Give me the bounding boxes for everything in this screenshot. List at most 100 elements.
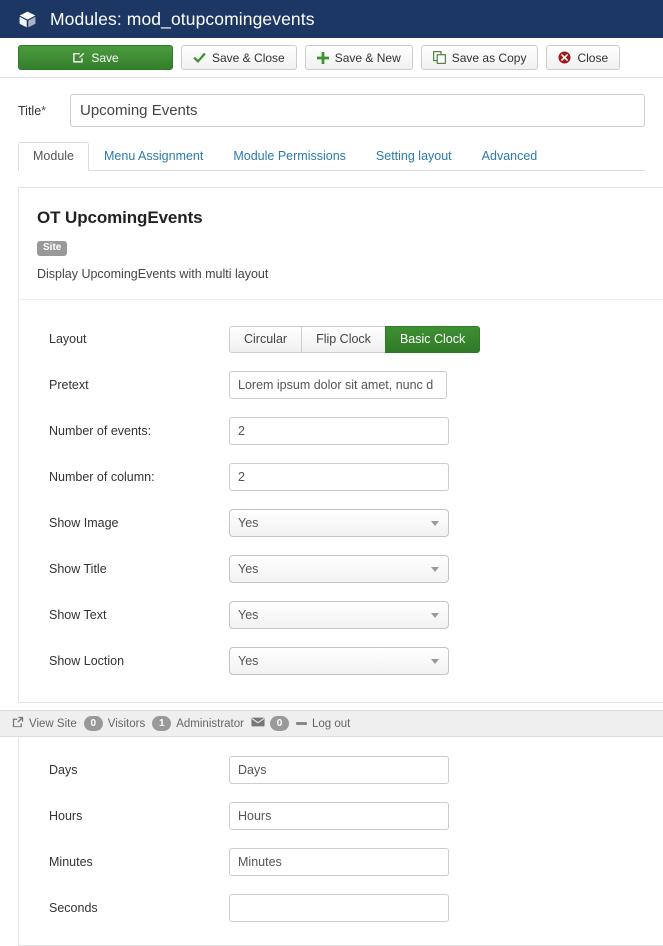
logout-label: Log out (311, 717, 351, 730)
external-link-icon (12, 716, 24, 731)
minutes-label: Minutes (49, 855, 93, 869)
module-settings-panel: OT UpcomingEvents Site Display UpcomingE… (18, 187, 663, 703)
visitors-count-badge: 0 (83, 716, 103, 731)
title-label: Title* (18, 104, 70, 118)
edit-square-icon (72, 51, 85, 64)
title-input[interactable] (70, 94, 645, 127)
form-row-show-title: Show Title Yes (19, 546, 663, 592)
form-row-layout: Layout Circular Flip Clock Basic Clock (19, 316, 663, 362)
logout-link[interactable]: Log out (295, 717, 351, 730)
tab-bar: Module Menu Assignment Module Permission… (18, 142, 645, 171)
tab-menu-assignment[interactable]: Menu Assignment (89, 142, 218, 171)
show-image-value: Yes (238, 516, 259, 530)
required-marker: * (41, 103, 47, 118)
layout-option-basic-clock[interactable]: Basic Clock (384, 325, 481, 353)
number-of-column-label: Number of column: (49, 470, 155, 484)
module-form: Layout Circular Flip Clock Basic Clock P… (19, 300, 663, 702)
status-badge: Site (37, 241, 68, 256)
days-label: Days (49, 763, 78, 777)
show-title-select[interactable]: Yes (229, 555, 449, 583)
show-image-select[interactable]: Yes (229, 509, 449, 537)
layout-option-circular[interactable]: Circular (229, 325, 303, 353)
form-row-minutes: Minutes (19, 839, 663, 885)
show-loction-select[interactable]: Yes (229, 647, 449, 675)
pretext-label: Pretext (49, 378, 89, 392)
administrator-status: 1 Administrator (152, 716, 244, 731)
tab-advanced[interactable]: Advanced (467, 142, 553, 171)
form-row-pretext: Pretext (19, 362, 663, 408)
days-input[interactable] (229, 756, 449, 784)
page-title: Modules: mod_otupcomingevents (50, 8, 315, 29)
chevron-down-icon (431, 659, 439, 664)
view-site-link[interactable]: View Site (12, 716, 77, 731)
envelope-icon (251, 717, 265, 730)
module-info: OT UpcomingEvents Site Display UpcomingE… (19, 208, 663, 281)
title-row: Title* (0, 78, 663, 127)
show-text-select[interactable]: Yes (229, 601, 449, 629)
form-row-number-of-events: Number of events: (19, 408, 663, 454)
module-settings-panel-continued: Days Hours Minutes Seconds (18, 737, 663, 946)
number-of-column-input[interactable] (229, 463, 449, 491)
show-text-value: Yes (238, 608, 259, 622)
number-of-events-label: Number of events: (49, 424, 152, 438)
show-image-label: Show Image (49, 516, 119, 530)
save-and-new-button[interactable]: Save & New (304, 45, 413, 70)
save-as-copy-label: Save as Copy (451, 50, 527, 65)
close-button[interactable]: Close (546, 45, 621, 70)
chevron-down-icon (431, 567, 439, 572)
form-row-days: Days (19, 747, 663, 793)
toolbar: Save Save & Close Save & New Save as Cop… (0, 38, 663, 78)
save-as-copy-button[interactable]: Save as Copy (420, 45, 539, 70)
save-and-new-label: Save & New (334, 50, 401, 65)
chevron-down-icon (431, 521, 439, 526)
hours-input[interactable] (229, 802, 449, 830)
form-row-number-of-column: Number of column: (19, 454, 663, 500)
minus-icon (295, 722, 307, 725)
visitors-status: 0 Visitors (83, 716, 146, 731)
close-button-label: Close (577, 50, 609, 65)
seconds-input[interactable] (229, 894, 449, 922)
status-bar: View Site 0 Visitors 1 Administrator 0 L… (0, 710, 663, 737)
layout-label: Layout (49, 332, 87, 346)
show-loction-value: Yes (238, 654, 259, 668)
administrator-label: Administrator (176, 717, 244, 730)
visitors-label: Visitors (107, 717, 146, 730)
form-row-show-image: Show Image Yes (19, 500, 663, 546)
save-and-close-button[interactable]: Save & Close (181, 45, 297, 70)
hours-label: Hours (49, 809, 83, 823)
tab-module[interactable]: Module (18, 142, 89, 171)
plus-icon (316, 51, 329, 64)
form-row-hours: Hours (19, 793, 663, 839)
messages-count-badge: 0 (269, 716, 289, 731)
show-loction-label: Show Loction (49, 654, 125, 668)
chevron-down-icon (431, 613, 439, 618)
cube-icon (19, 11, 36, 27)
copy-icon (432, 51, 446, 64)
save-button[interactable]: Save (18, 45, 173, 70)
form-row-show-loction: Show Loction Yes (19, 638, 663, 684)
form-row-show-text: Show Text Yes (19, 592, 663, 638)
number-of-events-input[interactable] (229, 417, 449, 445)
seconds-label: Seconds (49, 901, 98, 915)
module-description: Display UpcomingEvents with multi layout (37, 267, 269, 281)
tab-module-permissions[interactable]: Module Permissions (218, 142, 361, 171)
module-name: OT UpcomingEvents (37, 208, 203, 227)
administrator-count-badge: 1 (152, 716, 172, 731)
view-site-label: View Site (29, 717, 77, 730)
pretext-input[interactable] (229, 371, 447, 399)
show-text-label: Show Text (49, 608, 107, 622)
layout-option-flip-clock[interactable]: Flip Clock (301, 325, 386, 353)
messages-status[interactable]: 0 (251, 716, 289, 731)
minutes-input[interactable] (229, 848, 449, 876)
show-title-label: Show Title (49, 562, 107, 576)
show-title-value: Yes (238, 562, 259, 576)
close-circle-icon (558, 51, 571, 64)
check-icon (193, 52, 206, 64)
layout-button-group: Circular Flip Clock Basic Clock (229, 325, 481, 353)
save-and-close-label: Save & Close (212, 50, 285, 65)
save-button-label: Save (91, 50, 119, 65)
title-label-text: Title (18, 103, 42, 118)
form-row-seconds: Seconds (19, 885, 663, 931)
tab-setting-layout[interactable]: Setting layout (361, 142, 467, 171)
app-header: Modules: mod_otupcomingevents (0, 0, 663, 38)
